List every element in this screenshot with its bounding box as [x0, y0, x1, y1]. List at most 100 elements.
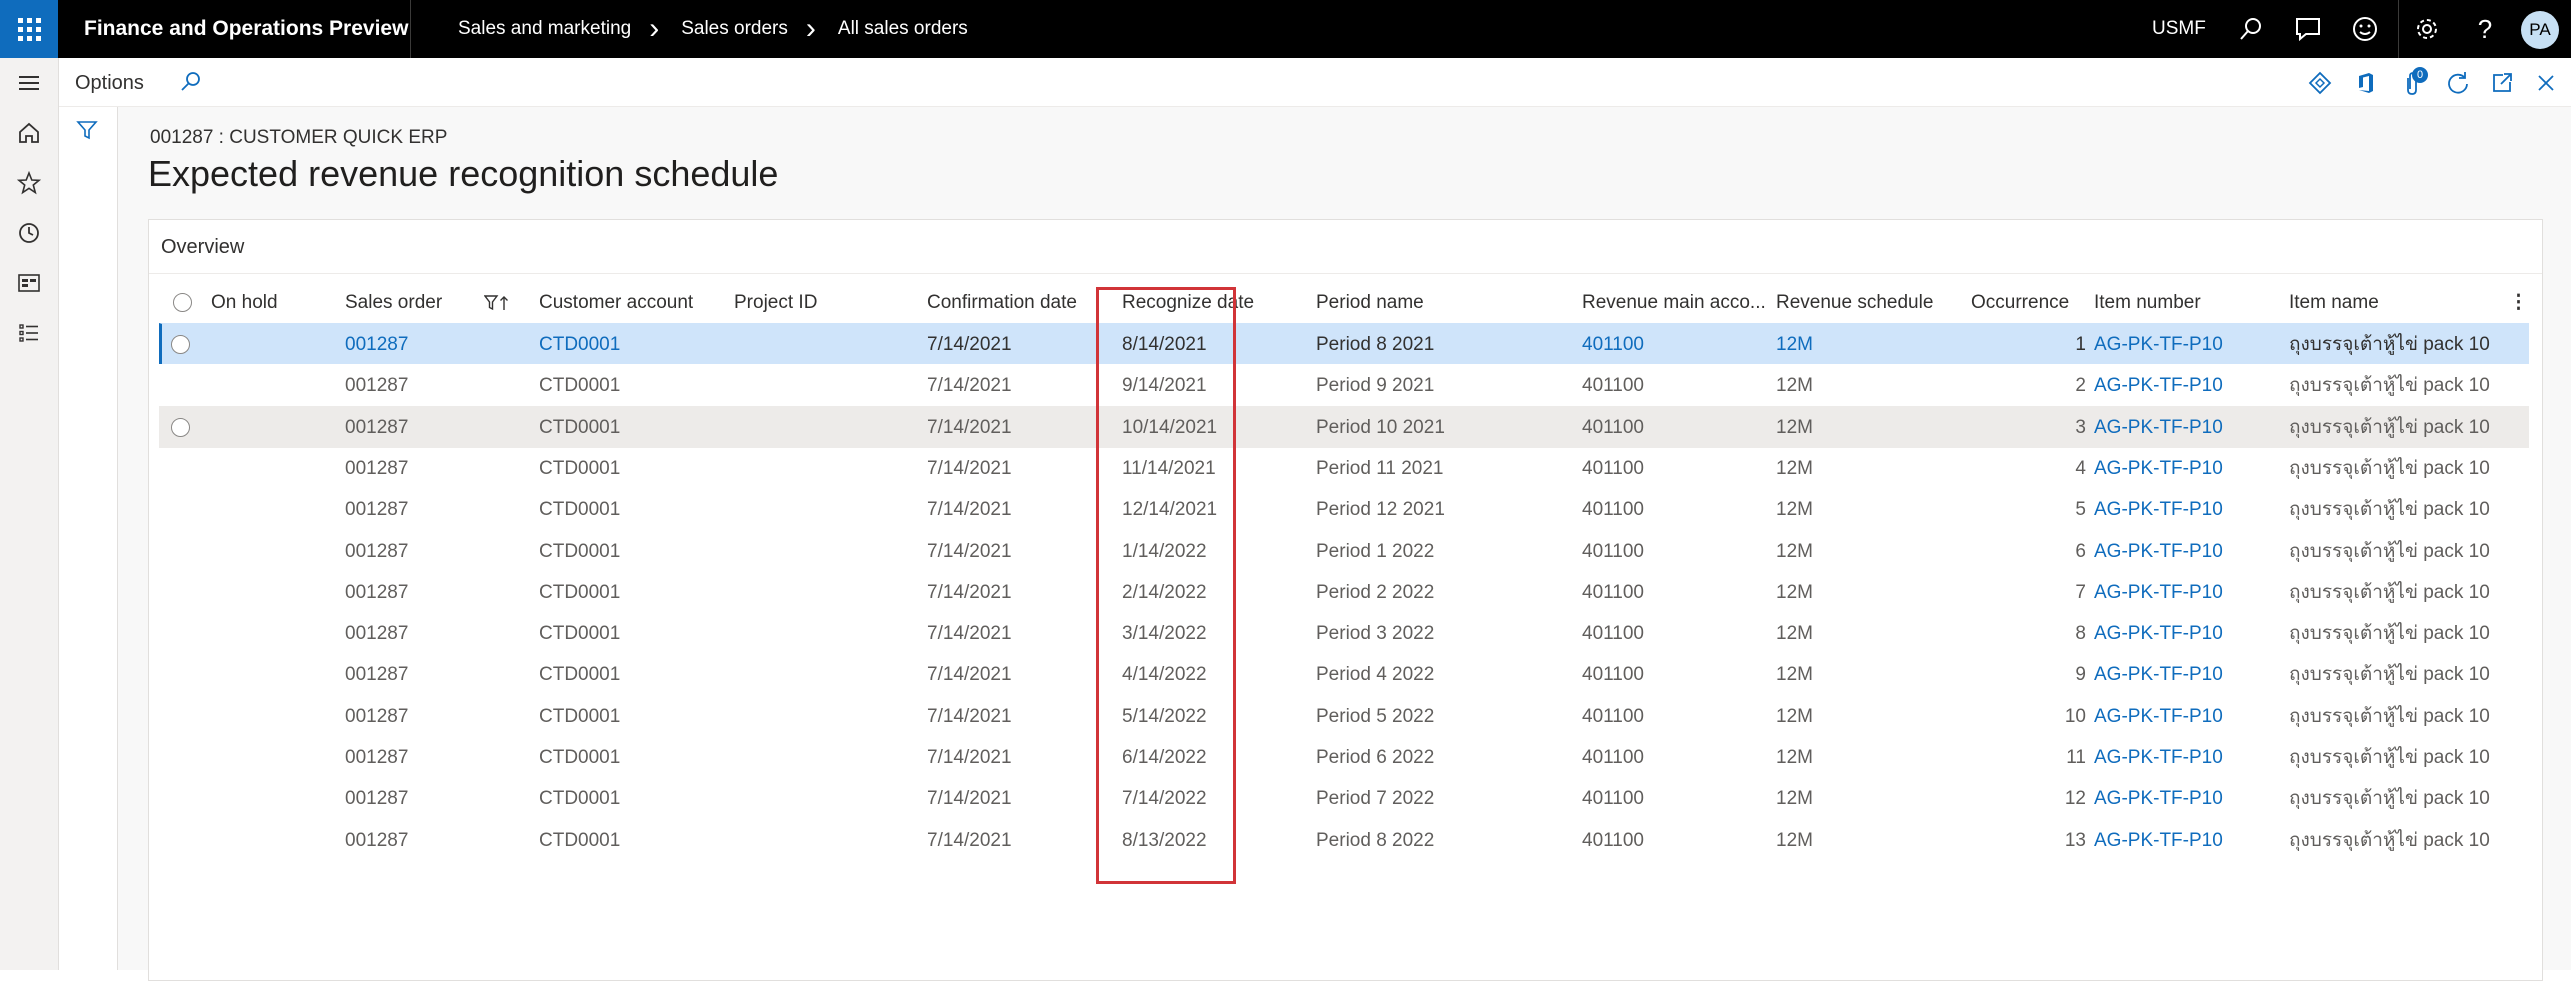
cell-customer-account[interactable]: CTD0001: [539, 613, 620, 654]
table-row[interactable]: 001287 CTD0001 7/14/2021 1/14/2022 Period 1 …: [159, 530, 2529, 572]
cell-item-number[interactable]: AG-PK-TF-P10: [2094, 737, 2223, 778]
breadcrumb-item-all-sales-orders[interactable]: All sales orders: [838, 18, 968, 40]
column-header-project-id[interactable]: Project ID: [734, 284, 817, 322]
column-header-recognize-date[interactable]: Recognize date: [1122, 284, 1254, 322]
column-header-item-number[interactable]: Item number: [2094, 284, 2201, 322]
avatar[interactable]: PA: [2521, 11, 2559, 49]
cell-sales-order[interactable]: 001287: [345, 531, 408, 572]
column-header-customer-account[interactable]: Customer account: [539, 284, 693, 322]
cell-revenue-main-account[interactable]: 401100: [1582, 613, 1644, 654]
cell-customer-account[interactable]: CTD0001: [539, 778, 620, 819]
table-row[interactable]: 001287 CTD0001 7/14/2021 9/14/2021 Period 9 …: [159, 364, 2529, 406]
cell-revenue-schedule[interactable]: 12M: [1776, 531, 1813, 572]
table-row[interactable]: 001287 CTD0001 7/14/2021 11/14/2021 Period 1…: [159, 447, 2529, 489]
star-icon[interactable]: [14, 168, 44, 198]
cell-revenue-main-account[interactable]: 401100: [1582, 531, 1644, 572]
cell-item-number[interactable]: AG-PK-TF-P10: [2094, 613, 2223, 654]
table-row[interactable]: 001287 CTD0001 7/14/2021 6/14/2022 Period 6 …: [159, 736, 2529, 778]
column-header-item-name[interactable]: Item name: [2289, 284, 2379, 322]
cell-customer-account[interactable]: CTD0001: [539, 448, 620, 489]
cell-customer-account[interactable]: CTD0001: [539, 489, 620, 530]
office-icon[interactable]: [2349, 66, 2383, 100]
cell-revenue-main-account[interactable]: 401100: [1582, 696, 1644, 737]
cell-customer-account[interactable]: CTD0001: [539, 572, 620, 613]
cell-revenue-schedule[interactable]: 12M: [1776, 489, 1813, 530]
cell-revenue-schedule[interactable]: 12M: [1776, 696, 1813, 737]
column-header-occurrence[interactable]: Occurrence: [1971, 284, 2069, 322]
cell-sales-order[interactable]: 001287: [345, 324, 408, 365]
column-header-revenue-schedule[interactable]: Revenue schedule: [1776, 284, 1933, 322]
help-icon[interactable]: ?: [2460, 0, 2510, 58]
cell-revenue-main-account[interactable]: 401100: [1582, 572, 1644, 613]
table-row[interactable]: 001287 CTD0001 7/14/2021 12/14/2021 Period 1…: [159, 488, 2529, 530]
table-row[interactable]: 001287 CTD0001 7/14/2021 2/14/2022 Period 2 …: [159, 571, 2529, 613]
list-icon[interactable]: [14, 318, 44, 348]
row-select-radio[interactable]: [171, 335, 190, 354]
cell-sales-order[interactable]: 001287: [345, 407, 408, 448]
cell-revenue-schedule[interactable]: 12M: [1776, 613, 1813, 654]
cell-item-number[interactable]: AG-PK-TF-P10: [2094, 820, 2223, 861]
cell-revenue-schedule[interactable]: 12M: [1776, 820, 1813, 861]
open-new-icon[interactable]: [2485, 66, 2519, 100]
close-icon[interactable]: [2529, 66, 2563, 100]
cell-revenue-schedule[interactable]: 12M: [1776, 654, 1813, 695]
clock-icon[interactable]: [14, 218, 44, 248]
cell-item-number[interactable]: AG-PK-TF-P10: [2094, 489, 2223, 530]
cell-revenue-main-account[interactable]: 401100: [1582, 365, 1644, 406]
smiley-icon[interactable]: [2340, 0, 2390, 58]
cell-revenue-schedule[interactable]: 12M: [1776, 407, 1813, 448]
cell-revenue-main-account[interactable]: 401100: [1582, 448, 1644, 489]
cell-customer-account[interactable]: CTD0001: [539, 696, 620, 737]
row-select-radio[interactable]: [171, 417, 190, 437]
filter-icon[interactable]: [76, 119, 98, 146]
section-header-overview[interactable]: Overview: [149, 220, 2542, 274]
cell-item-number[interactable]: AG-PK-TF-P10: [2094, 407, 2223, 448]
cell-item-number[interactable]: AG-PK-TF-P10: [2094, 531, 2223, 572]
attachment-icon[interactable]: 0: [2395, 66, 2429, 100]
cell-sales-order[interactable]: 001287: [345, 489, 408, 530]
cell-item-number[interactable]: AG-PK-TF-P10: [2094, 696, 2223, 737]
cell-customer-account[interactable]: CTD0001: [539, 531, 620, 572]
home-icon[interactable]: [14, 118, 44, 148]
cell-item-number[interactable]: AG-PK-TF-P10: [2094, 572, 2223, 613]
refresh-icon[interactable]: [2441, 66, 2475, 100]
column-header-confirmation-date[interactable]: Confirmation date: [927, 284, 1077, 322]
hamburger-icon[interactable]: [14, 68, 44, 98]
cell-revenue-schedule[interactable]: 12M: [1776, 365, 1813, 406]
cell-item-number[interactable]: AG-PK-TF-P10: [2094, 365, 2223, 406]
company-picker[interactable]: USMF: [2152, 0, 2206, 58]
cell-revenue-main-account[interactable]: 401100: [1582, 820, 1644, 861]
cell-revenue-main-account[interactable]: 401100: [1582, 654, 1644, 695]
table-row[interactable]: 001287 CTD0001 7/14/2021 4/14/2022 Period 4 …: [159, 653, 2529, 695]
table-row[interactable]: 001287 CTD0001 7/14/2021 8/13/2022 Period 8 …: [159, 819, 2529, 861]
search-icon[interactable]: [2226, 0, 2276, 58]
cell-customer-account[interactable]: CTD0001: [539, 820, 620, 861]
column-header-sales-order[interactable]: Sales order: [345, 284, 442, 322]
cell-revenue-schedule[interactable]: 12M: [1776, 324, 1813, 365]
waffle-icon[interactable]: [0, 0, 58, 58]
gear-icon[interactable]: [2402, 0, 2452, 58]
cell-sales-order[interactable]: 001287: [345, 365, 408, 406]
cell-item-number[interactable]: AG-PK-TF-P10: [2094, 448, 2223, 489]
cell-sales-order[interactable]: 001287: [345, 820, 408, 861]
column-header-revenue-main-account[interactable]: Revenue main acco...: [1582, 284, 1766, 322]
column-filter-icon[interactable]: [483, 284, 510, 322]
table-row[interactable]: 001287 CTD0001 7/14/2021 5/14/2022 Period 5 …: [159, 695, 2529, 737]
column-header-on-hold[interactable]: On hold: [211, 284, 278, 322]
cell-item-number[interactable]: AG-PK-TF-P10: [2094, 778, 2223, 819]
cell-sales-order[interactable]: 001287: [345, 572, 408, 613]
cell-revenue-schedule[interactable]: 12M: [1776, 737, 1813, 778]
cell-customer-account[interactable]: CTD0001: [539, 654, 620, 695]
cell-sales-order[interactable]: 001287: [345, 696, 408, 737]
search-icon[interactable]: [179, 70, 203, 99]
table-row[interactable]: 001287 CTD0001 7/14/2021 7/14/2022 Period 7 …: [159, 777, 2529, 819]
cell-revenue-main-account[interactable]: 401100: [1582, 489, 1644, 530]
select-all-radio[interactable]: [173, 293, 192, 312]
breadcrumb-item-sales-marketing[interactable]: Sales and marketing: [458, 18, 631, 40]
table-row[interactable]: 001287 CTD0001 7/14/2021 10/14/2021 Period 1…: [159, 405, 2529, 448]
cell-revenue-main-account[interactable]: 401100: [1582, 737, 1644, 778]
cell-revenue-main-account[interactable]: 401100: [1582, 324, 1644, 365]
cell-item-number[interactable]: AG-PK-TF-P10: [2094, 324, 2223, 365]
cell-revenue-schedule[interactable]: 12M: [1776, 778, 1813, 819]
cell-item-number[interactable]: AG-PK-TF-P10: [2094, 654, 2223, 695]
